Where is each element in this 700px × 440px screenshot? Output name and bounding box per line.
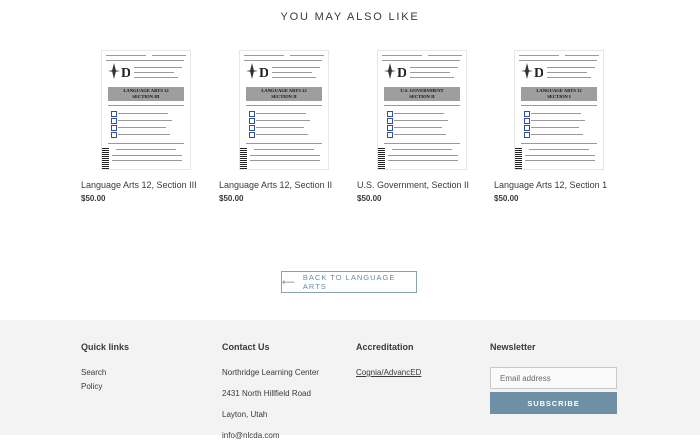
- contact-line: Northridge Learning Center: [222, 368, 319, 377]
- product-image[interactable]: D U.S. GOVERNMENTSECTION II: [377, 50, 467, 170]
- back-button-label: BACK TO LANGUAGE ARTS: [302, 273, 396, 291]
- arrow-left-icon: ⟵: [282, 276, 296, 287]
- footer-link-search[interactable]: Search: [81, 368, 129, 377]
- product-title[interactable]: U.S. Government, Section II: [357, 180, 479, 190]
- document-banner: U.S. GOVERNMENT SECTION II: [384, 87, 460, 101]
- footer-link-policy[interactable]: Policy: [81, 382, 129, 391]
- footer-heading: Accreditation: [356, 342, 414, 352]
- product-image[interactable]: D LANGUAGE ARTS 12SECTION I: [514, 50, 604, 170]
- barcode-icon: [240, 147, 247, 169]
- product-title[interactable]: Language Arts 12, Section II: [219, 180, 341, 190]
- product-grid: D LANGUAGE ARTS 12SECTION III Language A…: [81, 50, 621, 210]
- contact-line: 2431 North Hillfield Road: [222, 389, 311, 398]
- compass-logo-icon: D: [521, 63, 543, 81]
- svg-text:D: D: [397, 66, 406, 81]
- document-banner: LANGUAGE ARTS 12 SECTION I: [521, 87, 597, 101]
- contact-email-link[interactable]: info@nlcda.com: [222, 431, 319, 440]
- document-banner: LANGUAGE ARTS 12 SECTION III: [108, 87, 184, 101]
- footer-heading: Quick links: [81, 342, 130, 352]
- document-banner: LANGUAGE ARTS 12 SECTION II: [246, 87, 322, 101]
- product-price: $50.00: [494, 194, 519, 203]
- section-title: YOU MAY ALSO LIKE: [280, 11, 420, 23]
- product-price: $50.00: [357, 194, 382, 203]
- product-price: $50.00: [219, 194, 244, 203]
- footer-quick-links: Quick links Search Policy: [81, 342, 129, 391]
- product-image[interactable]: D LANGUAGE ARTS 12SECTION II: [239, 50, 329, 170]
- compass-logo-icon: D: [384, 63, 406, 81]
- svg-text:D: D: [259, 66, 268, 81]
- product-price: $50.00: [81, 194, 106, 203]
- product-title[interactable]: Language Arts 12, Section III: [81, 180, 203, 190]
- footer-contact: Contact Us Northridge Learning Center 24…: [222, 342, 319, 440]
- product-card[interactable]: D LANGUAGE ARTS 12SECTION III Language A…: [81, 50, 203, 203]
- compass-logo-icon: D: [108, 63, 130, 81]
- back-to-collection-button[interactable]: ⟵ BACK TO LANGUAGE ARTS: [281, 271, 417, 293]
- footer-newsletter: Newsletter: [490, 342, 536, 352]
- svg-text:D: D: [534, 66, 543, 81]
- accreditation-link[interactable]: Cognia/AdvancED: [356, 368, 421, 377]
- footer-heading: Contact Us: [222, 342, 270, 352]
- barcode-icon: [102, 147, 109, 169]
- product-card[interactable]: D LANGUAGE ARTS 12SECTION I Language Art…: [494, 50, 616, 203]
- product-card[interactable]: D LANGUAGE ARTS 12SECTION II Language Ar…: [219, 50, 341, 203]
- subscribe-button[interactable]: SUBSCRIBE: [490, 392, 617, 414]
- newsletter-email-input[interactable]: [490, 367, 617, 389]
- compass-logo-icon: D: [246, 63, 268, 81]
- product-card[interactable]: D U.S. GOVERNMENTSECTION II U.S. Governm…: [357, 50, 479, 203]
- barcode-icon: [378, 147, 385, 169]
- svg-text:D: D: [121, 66, 130, 81]
- product-image[interactable]: D LANGUAGE ARTS 12SECTION III: [101, 50, 191, 170]
- footer-heading: Newsletter: [490, 342, 536, 352]
- barcode-icon: [515, 147, 522, 169]
- product-title[interactable]: Language Arts 12, Section 1: [494, 180, 616, 190]
- footer-accreditation: Accreditation Cognia/AdvancED: [356, 342, 421, 377]
- contact-line: Layton, Utah: [222, 410, 268, 419]
